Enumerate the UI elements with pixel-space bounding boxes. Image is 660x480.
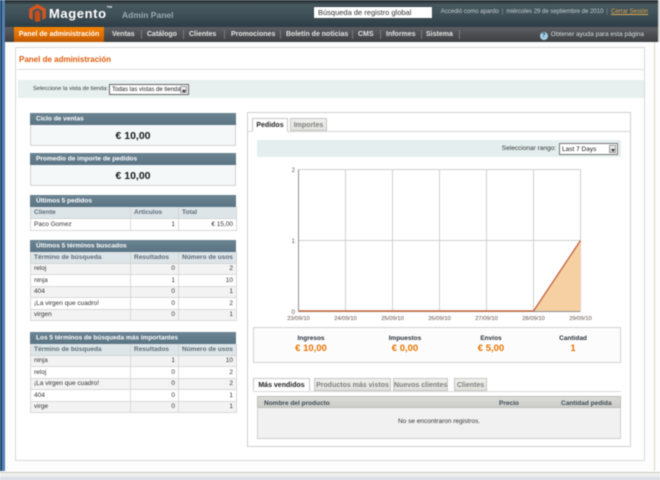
svg-text:27/09/10: 27/09/10	[475, 316, 498, 322]
svg-text:23/09/10: 23/09/10	[287, 316, 310, 322]
svg-text:2: 2	[292, 168, 296, 174]
svg-text:24/09/10: 24/09/10	[334, 316, 357, 322]
svg-text:28/09/10: 28/09/10	[522, 316, 545, 322]
svg-text:25/09/10: 25/09/10	[381, 316, 404, 322]
svg-text:26/09/10: 26/09/10	[428, 316, 451, 322]
svg-text:29/09/10: 29/09/10	[569, 316, 592, 322]
svg-text:1: 1	[292, 239, 296, 245]
